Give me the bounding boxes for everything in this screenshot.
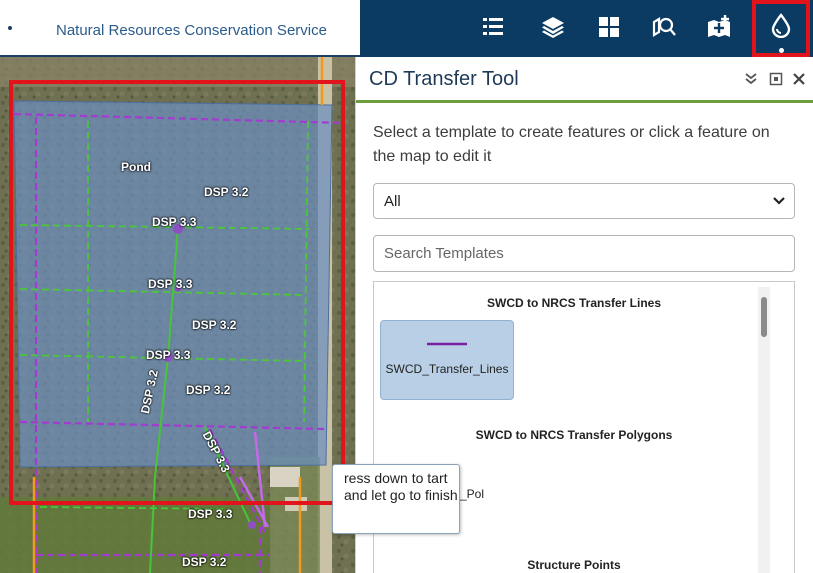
maximize-icon[interactable] [766,69,786,89]
draw-tooltip: ress down to tart and let go to finish [332,464,460,534]
agency-name: Natural Resources Conservation Service [56,22,327,39]
close-icon[interactable] [789,69,809,89]
chevron-down-icon [773,197,785,205]
active-indicator-dot [779,48,784,53]
map-search-icon[interactable] [647,10,681,44]
map-label: DSP 3.3 [188,507,233,521]
map-label: DSP 3.3 [146,348,191,362]
map-label: DSP 3.3 [148,277,193,291]
map-label: DSP 3.2 [182,555,227,569]
water-drop-icon [764,8,798,42]
group-title: SWCD to NRCS Transfer Lines [486,296,662,310]
group-title: Structure Points [527,558,621,572]
map-label: DSP 3.2 [204,185,249,199]
water-drop-button[interactable] [752,0,810,57]
map-label: DSP 3.3 [152,215,197,229]
map-label: Pond [121,160,151,174]
list-icon[interactable] [476,10,510,44]
template-filter-select[interactable]: All [373,183,795,219]
map-view[interactable]: Pond DSP 3.2 DSP 3.3 DSP 3.3 DSP 3.2 DSP… [0,57,355,573]
map-canvas [0,57,355,573]
map-label: DSP 3.2 [192,318,237,332]
banner-dot [8,26,12,30]
widget-toolbar [360,0,813,57]
add-map-icon[interactable] [702,10,736,44]
panel-header: CD Transfer Tool [356,57,813,103]
search-templates-input[interactable] [373,235,795,272]
template-name: SWCD_Transfer_Lines [385,362,509,376]
line-symbol-icon [427,331,467,357]
panel-title: CD Transfer Tool [369,68,519,90]
grid-icon[interactable] [592,10,626,44]
map-label: DSP 3.2 [186,383,231,397]
header-banner: Natural Resources Conservation Service [0,0,360,57]
group-title: SWCD to NRCS Transfer Polygons [475,428,673,442]
layers-icon[interactable] [536,10,570,44]
template-swcd-transfer-lines[interactable]: SWCD_Transfer_Lines [380,320,514,400]
collapse-icon[interactable] [741,69,761,89]
instruction-text: Select a template to create features or … [373,124,770,165]
scrollbar-thumb[interactable] [761,297,767,337]
template-filter-value: All [384,193,401,210]
